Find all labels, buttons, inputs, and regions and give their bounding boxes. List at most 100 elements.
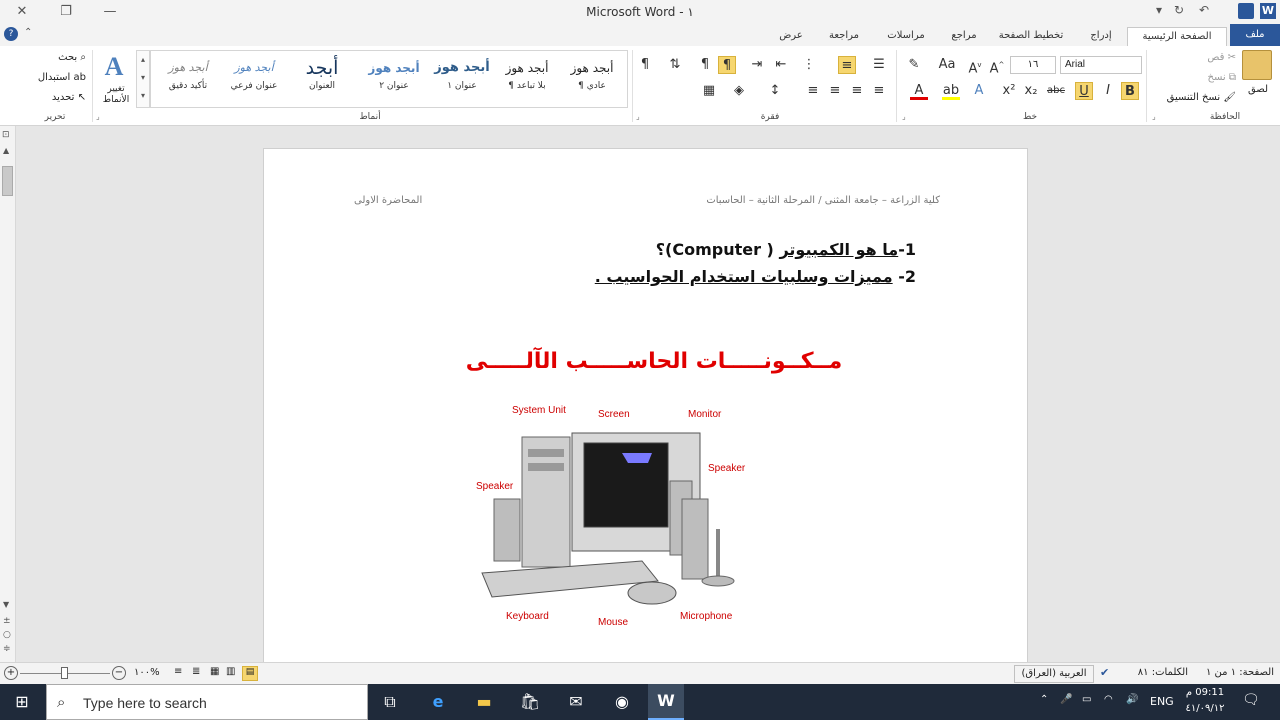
scroll-up-icon[interactable]: ▲: [3, 146, 9, 155]
find-button[interactable]: بحث ⌕: [30, 52, 86, 63]
change-styles-icon[interactable]: A: [98, 52, 130, 82]
battery-icon[interactable]: ▭: [1082, 694, 1091, 705]
style-heading-1[interactable]: أبجد هوز عنوان ١: [431, 53, 493, 105]
wifi-icon[interactable]: ◠: [1104, 694, 1113, 705]
tab-file[interactable]: ملف: [1230, 24, 1280, 46]
tab-insert[interactable]: إدراج: [1076, 27, 1126, 46]
text-effects-icon[interactable]: A: [970, 82, 988, 100]
clear-formatting-icon[interactable]: ✎: [905, 56, 923, 74]
repeat-icon[interactable]: ↻: [1170, 3, 1188, 21]
borders-icon[interactable]: ▦: [700, 82, 718, 100]
increase-indent-icon[interactable]: ⇥: [748, 56, 766, 74]
restore-window-button[interactable]: ❐: [44, 0, 88, 24]
tab-page-layout[interactable]: تخطيط الصفحة: [990, 27, 1072, 46]
undo-icon[interactable]: ↶: [1195, 3, 1213, 21]
bold-icon[interactable]: B: [1121, 82, 1139, 100]
tab-mailings[interactable]: مراسلات: [876, 27, 936, 46]
browse-object-icon[interactable]: ○: [3, 630, 11, 640]
highlight-icon[interactable]: ab: [942, 82, 960, 100]
clock-time[interactable]: 09:11 م: [1180, 687, 1230, 698]
word-taskbar-icon[interactable]: W: [648, 684, 684, 720]
style-subtitle[interactable]: أبجد هوز عنوان فرعي: [223, 53, 285, 105]
italic-icon[interactable]: I: [1099, 82, 1117, 100]
numbering-icon[interactable]: ≡: [838, 56, 856, 74]
superscript-icon[interactable]: x²: [1000, 82, 1018, 100]
justify-icon[interactable]: ≡: [804, 82, 822, 100]
tab-references[interactable]: مراجع: [940, 27, 988, 46]
language-indicator[interactable]: العربية (العراق): [1014, 665, 1094, 683]
full-screen-icon[interactable]: ▥: [226, 666, 235, 677]
zoom-slider-thumb[interactable]: [61, 667, 68, 679]
minimize-window-button[interactable]: —: [88, 0, 132, 24]
paste-button[interactable]: لصق: [1240, 84, 1276, 95]
next-page-icon[interactable]: ≑: [3, 644, 11, 654]
minimize-ribbon-icon[interactable]: ⌃: [24, 27, 32, 38]
customize-qat-icon[interactable]: ▾: [1150, 3, 1168, 21]
style-heading-2[interactable]: أبجد هوز عنوان ٢: [363, 53, 425, 105]
zoom-out-icon[interactable]: −: [112, 666, 126, 680]
replace-button[interactable]: استبدال ab: [22, 72, 86, 83]
web-layout-icon[interactable]: ▦: [210, 666, 219, 677]
font-launcher-icon[interactable]: ⌟: [902, 112, 906, 121]
clipboard-launcher-icon[interactable]: ⌟: [1152, 112, 1156, 121]
input-language[interactable]: ENG: [1150, 695, 1174, 708]
font-size-field[interactable]: ١٦: [1010, 56, 1056, 74]
tray-chevron-icon[interactable]: ⌃: [1040, 694, 1048, 705]
mail-icon[interactable]: ✉: [558, 684, 594, 720]
copy-button[interactable]: نسخ ⧉: [1180, 72, 1237, 83]
line-spacing-icon[interactable]: ↕: [766, 82, 784, 100]
windows-start-icon[interactable]: ⊞: [4, 684, 40, 720]
task-view-icon[interactable]: ⧉: [372, 684, 408, 720]
style-subtle-emphasis[interactable]: أبجد هوز تأكيد دقيق: [157, 53, 219, 105]
align-center-icon[interactable]: ≡: [848, 82, 866, 100]
store-icon[interactable]: 🛍: [512, 684, 548, 720]
font-color-icon[interactable]: A: [910, 82, 928, 100]
edge-icon[interactable]: e: [420, 684, 456, 720]
style-normal[interactable]: أبجد هوز ¶ عادي: [561, 53, 623, 105]
help-icon[interactable]: ?: [4, 27, 18, 41]
format-painter-button[interactable]: نسخ التنسيق 🖌: [1150, 92, 1236, 103]
style-title[interactable]: أبجد العنوان: [291, 53, 353, 105]
prev-page-icon[interactable]: ±: [3, 616, 11, 626]
tab-review[interactable]: مراجعة: [816, 27, 872, 46]
vertical-scrollbar[interactable]: ⊡ ▲ ▼ ± ○ ≑: [0, 126, 16, 662]
rtl-direction-icon[interactable]: ¶: [718, 56, 736, 74]
paste-icon[interactable]: [1242, 50, 1272, 80]
outline-icon[interactable]: ≣: [192, 666, 200, 677]
underline-icon[interactable]: U: [1075, 82, 1093, 100]
strikethrough-icon[interactable]: abc: [1045, 82, 1067, 100]
multilevel-list-icon[interactable]: ⋮: [800, 56, 818, 74]
scroll-down-icon[interactable]: ▼: [3, 600, 9, 609]
shading-icon[interactable]: ◈: [730, 82, 748, 100]
style-no-spacing[interactable]: أبجد هوز ¶ بلا تباعد: [496, 53, 558, 105]
file-explorer-icon[interactable]: ▬: [466, 684, 502, 720]
clock-date[interactable]: ٤١/٠٩/١٢: [1180, 703, 1230, 714]
word-count[interactable]: الكلمات: ٨١: [1122, 667, 1188, 678]
decrease-indent-icon[interactable]: ⇤: [772, 56, 790, 74]
styles-launcher-icon[interactable]: ⌟: [96, 112, 100, 121]
chrome-icon[interactable]: ◉: [604, 684, 640, 720]
change-styles-button[interactable]: تغيير الأنماط: [96, 84, 136, 106]
zoom-in-icon[interactable]: +: [4, 666, 18, 680]
cut-button[interactable]: قص ✂: [1180, 52, 1236, 63]
show-marks-icon[interactable]: ¶: [636, 56, 654, 74]
sort-icon[interactable]: ⇅: [666, 56, 684, 74]
ltr-direction-icon[interactable]: ¶: [696, 56, 714, 74]
styles-scroll[interactable]: ▴ ▾ ▾: [136, 50, 150, 108]
align-right-icon[interactable]: ≡: [870, 82, 888, 100]
page-count[interactable]: الصفحة: ١ من ١: [1196, 667, 1274, 678]
volume-icon[interactable]: 🔊: [1126, 694, 1138, 705]
align-left-icon[interactable]: ≡: [826, 82, 844, 100]
select-button[interactable]: تحديد ↖: [30, 92, 86, 103]
microphone-tray-icon[interactable]: 🎤: [1060, 694, 1072, 705]
proofing-icon[interactable]: ✔: [1100, 666, 1109, 679]
ruler-toggle-icon[interactable]: ⊡: [2, 130, 13, 144]
paragraph-launcher-icon[interactable]: ⌟: [636, 112, 640, 121]
save-icon[interactable]: [1238, 3, 1254, 19]
subscript-icon[interactable]: x₂: [1022, 82, 1040, 100]
change-case-icon[interactable]: Aa: [935, 56, 959, 74]
scroll-thumb[interactable]: [2, 166, 13, 196]
document-page[interactable]: كلية الزراعة – جامعة المثنى / المرحلة ال…: [263, 148, 1028, 668]
tab-view[interactable]: عرض: [766, 27, 816, 46]
notifications-icon[interactable]: 🗨: [1242, 692, 1260, 708]
